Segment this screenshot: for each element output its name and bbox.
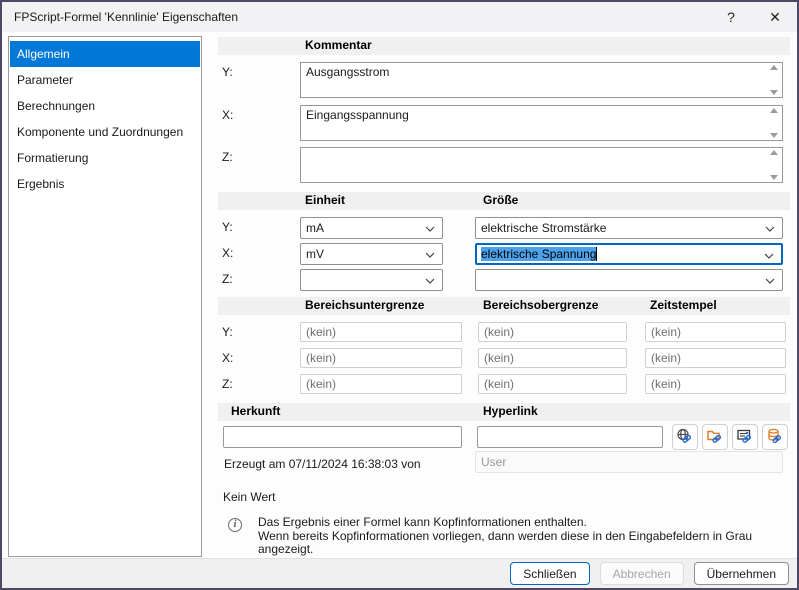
chevron-down-icon	[765, 278, 775, 284]
created-timestamp-text: Erzeugt am 07/11/2024 16:38:03 von	[224, 457, 421, 471]
hyperlink-input[interactable]	[477, 426, 663, 448]
einheit-z-label: Z:	[222, 272, 233, 286]
herkunft-input[interactable]	[223, 426, 462, 448]
document-link-icon[interactable]	[732, 424, 758, 450]
kommentar-y-input[interactable]: Ausgangsstrom	[300, 62, 783, 98]
close-button[interactable]: Schließen	[510, 562, 589, 585]
kommentar-z-input[interactable]	[300, 147, 783, 183]
kommentar-title: Kommentar	[305, 38, 372, 52]
scroll-arrows[interactable]	[767, 150, 780, 180]
scroll-down-icon[interactable]	[770, 133, 778, 138]
sidebar-item-formatierung[interactable]: Formatierung	[10, 145, 200, 171]
main-content: Kommentar Y: Ausgangsstrom X: Eingangssp…	[218, 36, 790, 557]
einheit-title: Einheit	[305, 193, 345, 207]
chevron-down-icon	[425, 278, 435, 284]
zeitstempel-z-input[interactable]: (kein)	[645, 374, 786, 394]
kommentar-x-label: X:	[222, 108, 233, 122]
sidebar-list: Allgemein Parameter Berechnungen Kompone…	[8, 36, 202, 557]
kommentar-y-label: Y:	[222, 65, 233, 79]
window-title: FPScript-Formel 'Kennlinie' Eigenschafte…	[14, 10, 238, 24]
bereich-y-label: Y:	[222, 325, 233, 339]
properties-dialog: FPScript-Formel 'Kennlinie' Eigenschafte…	[0, 0, 799, 590]
chevron-down-icon	[425, 226, 435, 232]
bereichsobergrenze-title: Bereichsobergrenze	[483, 298, 598, 312]
help-button[interactable]: ?	[709, 2, 753, 32]
database-link-icon[interactable]	[762, 424, 788, 450]
info-icon: i	[228, 518, 242, 532]
chevron-down-icon	[425, 252, 435, 258]
scroll-arrows[interactable]	[767, 108, 780, 138]
sidebar-item-berechnungen[interactable]: Berechnungen	[10, 93, 200, 119]
folder-link-icon[interactable]	[702, 424, 728, 450]
section-header-kommentar: Kommentar	[218, 37, 790, 55]
bereich-z-label: Z:	[222, 377, 233, 391]
einheit-y-combobox[interactable]: mA	[300, 217, 443, 239]
scroll-arrows[interactable]	[767, 65, 780, 95]
kommentar-z-label: Z:	[222, 150, 233, 164]
bereich-x-label: X:	[222, 351, 233, 365]
obergrenze-y-input[interactable]: (kein)	[478, 322, 627, 342]
einheit-x-label: X:	[222, 246, 233, 260]
button-bar: Schließen Abbrechen Übernehmen	[2, 558, 797, 588]
kommentar-x-input[interactable]: Eingangsspannung	[300, 105, 783, 141]
sidebar-item-allgemein[interactable]: Allgemein	[10, 41, 200, 67]
sidebar-item-komponente[interactable]: Komponente und Zuordnungen	[10, 119, 200, 145]
status-text-kein-wert: Kein Wert	[223, 490, 275, 504]
scroll-down-icon[interactable]	[770, 90, 778, 95]
zeitstempel-x-input[interactable]: (kein)	[645, 348, 786, 368]
groesse-title: Größe	[483, 193, 518, 207]
scroll-up-icon[interactable]	[770, 150, 778, 155]
obergrenze-z-input[interactable]: (kein)	[478, 374, 627, 394]
scroll-up-icon[interactable]	[770, 108, 778, 113]
scroll-down-icon[interactable]	[770, 175, 778, 180]
sidebar-item-parameter[interactable]: Parameter	[10, 67, 200, 93]
obergrenze-x-input[interactable]: (kein)	[478, 348, 627, 368]
groesse-z-combobox[interactable]	[475, 269, 783, 291]
user-field-disabled: User	[475, 451, 783, 473]
zeitstempel-y-input[interactable]: (kein)	[645, 322, 786, 342]
hyperlink-title: Hyperlink	[483, 404, 538, 418]
hyperlink-icon-buttons	[672, 424, 788, 450]
untergrenze-z-input[interactable]: (kein)	[300, 374, 462, 394]
info-line-2: Wenn bereits Kopfinformationen vorliegen…	[258, 530, 790, 557]
scroll-up-icon[interactable]	[770, 65, 778, 70]
globe-link-icon[interactable]	[672, 424, 698, 450]
herkunft-title: Herkunft	[231, 404, 280, 418]
cancel-button[interactable]: Abbrechen	[600, 562, 684, 585]
einheit-y-label: Y:	[222, 220, 233, 234]
zeitstempel-title: Zeitstempel	[650, 298, 717, 312]
groesse-x-combobox-focused[interactable]: elektrische Spannung	[475, 243, 783, 265]
einheit-x-combobox[interactable]: mV	[300, 243, 443, 265]
section-header-bereich: Bereichsuntergrenze Bereichsobergrenze Z…	[218, 297, 790, 315]
chevron-down-icon	[764, 253, 774, 259]
info-line-1: Das Ergebnis einer Formel kann Kopfinfor…	[258, 516, 790, 530]
apply-button[interactable]: Übernehmen	[694, 562, 789, 585]
groesse-y-combobox[interactable]: elektrische Stromstärke	[475, 217, 783, 239]
section-header-herkunft-hyperlink: Herkunft Hyperlink	[218, 403, 790, 421]
untergrenze-y-input[interactable]: (kein)	[300, 322, 462, 342]
section-header-einheit-groesse: Einheit Größe	[218, 192, 790, 210]
title-bar: FPScript-Formel 'Kennlinie' Eigenschafte…	[2, 2, 797, 32]
close-icon[interactable]: ✕	[753, 2, 797, 32]
einheit-z-combobox[interactable]	[300, 269, 443, 291]
untergrenze-x-input[interactable]: (kein)	[300, 348, 462, 368]
bereichsuntergrenze-title: Bereichsuntergrenze	[305, 298, 424, 312]
sidebar-item-ergebnis[interactable]: Ergebnis	[10, 171, 200, 197]
chevron-down-icon	[765, 226, 775, 232]
